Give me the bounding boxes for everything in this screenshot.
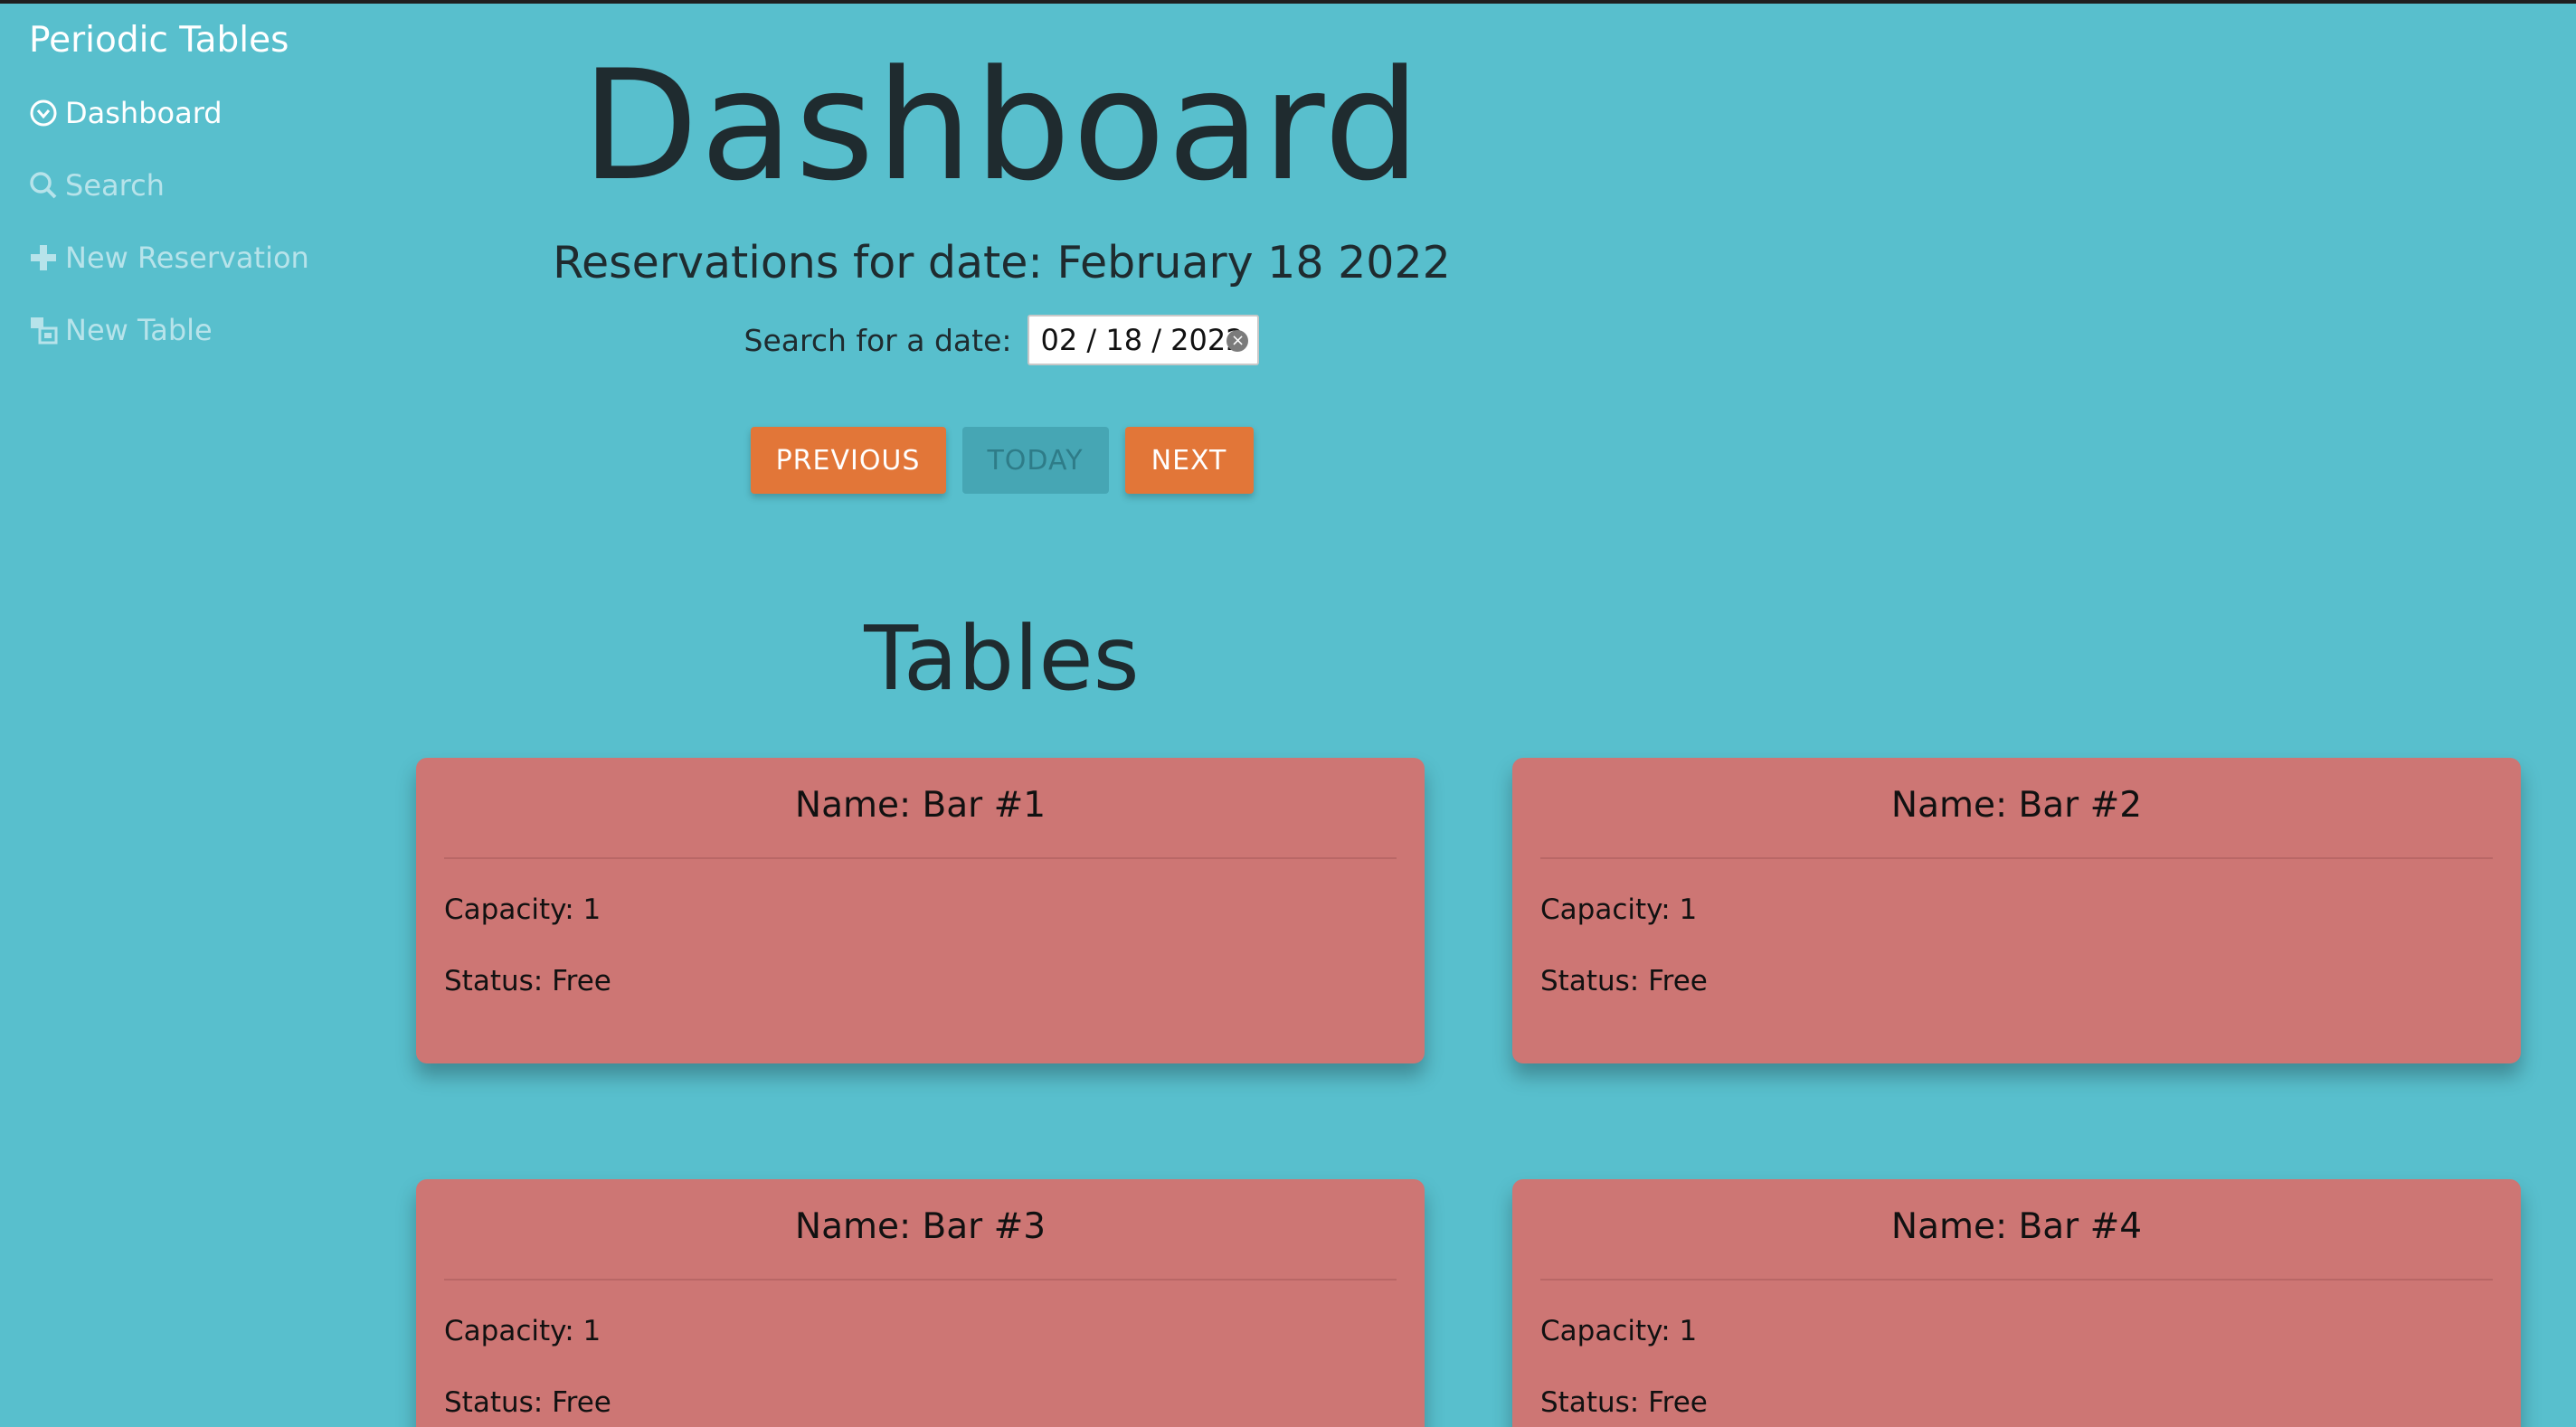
main-content: Dashboard Reservations for date: Februar… [380, 4, 2576, 1427]
card-divider [1540, 857, 2493, 859]
card-divider [444, 857, 1397, 859]
reservations-heading: Reservations for date: February 18 2022 [553, 237, 1451, 288]
table-capacity: Capacity: 1 [1540, 893, 1698, 926]
table-capacity: Capacity: 1 [444, 1315, 601, 1347]
date-input[interactable]: 02 / 18 / 2022 × [1028, 315, 1260, 365]
page-title: Dashboard [581, 37, 1423, 214]
previous-button[interactable]: PREVIOUS [750, 427, 946, 494]
table-card: Name: Bar #4 Capacity: 1 Status: Free [1512, 1179, 2521, 1427]
date-search-label: Search for a date: [743, 322, 1012, 358]
plus-icon [27, 241, 60, 274]
sidebar-item-label: New Reservation [65, 241, 309, 275]
sidebar-item-label: Search [65, 168, 165, 203]
dashboard-icon [27, 97, 60, 129]
card-divider [1540, 1279, 2493, 1281]
sidebar-item-label: New Table [65, 313, 213, 347]
card-divider [444, 1279, 1397, 1281]
page: Periodic Tables Dashboard Search New Res… [0, 0, 2576, 1427]
table-status: Status: Free [444, 965, 611, 997]
table-card: Name: Bar #2 Capacity: 1 Status: Free [1512, 758, 2521, 1063]
date-nav-buttons: PREVIOUS TODAY NEXT [380, 427, 1624, 494]
table-card: Name: Bar #3 Capacity: 1 Status: Free [416, 1179, 1425, 1427]
tables-heading: Tables [864, 608, 1140, 711]
sidebar-item-dashboard[interactable]: Dashboard [27, 96, 223, 130]
table-capacity: Capacity: 1 [1540, 1315, 1698, 1347]
table-card: Name: Bar #1 Capacity: 1 Status: Free [416, 758, 1425, 1063]
table-name: Name: Bar #1 [794, 785, 1046, 826]
clear-icon[interactable]: × [1226, 330, 1249, 352]
date-search-row: Search for a date: 02 / 18 / 2022 × [380, 315, 1624, 365]
table-capacity: Capacity: 1 [444, 893, 601, 926]
table-status: Status: Free [444, 1386, 611, 1419]
today-button[interactable]: TODAY [961, 427, 1109, 494]
sidebar-item-new-reservation[interactable]: New Reservation [27, 241, 309, 275]
table-name: Name: Bar #2 [1890, 785, 2143, 826]
table-name: Name: Bar #4 [1890, 1206, 2143, 1247]
table-icon [27, 314, 60, 346]
sidebar-item-new-table[interactable]: New Table [27, 313, 213, 347]
sidebar-item-search[interactable]: Search [27, 168, 165, 203]
table-name: Name: Bar #3 [794, 1206, 1046, 1247]
table-status: Status: Free [1540, 965, 1708, 997]
sidebar: Periodic Tables Dashboard Search New Res… [0, 4, 380, 1427]
sidebar-item-label: Dashboard [65, 96, 223, 130]
next-button[interactable]: NEXT [1124, 427, 1254, 494]
brand-title[interactable]: Periodic Tables [29, 20, 289, 61]
date-input-value: 02 / 18 / 2022 [1040, 323, 1245, 357]
table-status: Status: Free [1540, 1386, 1708, 1419]
search-icon [27, 169, 60, 202]
